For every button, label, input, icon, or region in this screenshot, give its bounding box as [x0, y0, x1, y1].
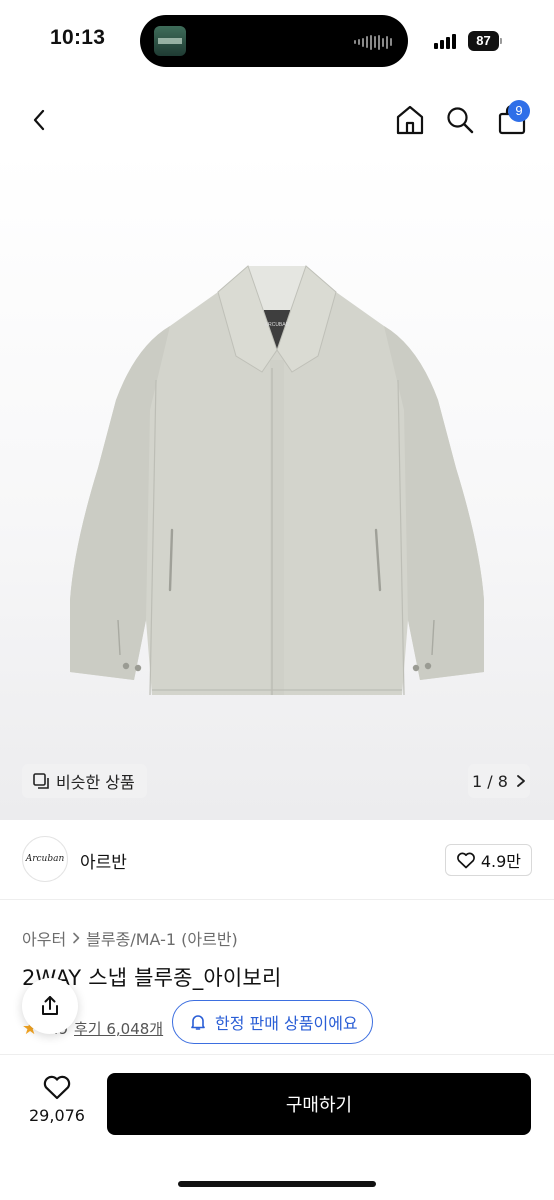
search-button[interactable] — [440, 100, 480, 140]
brand-like-button[interactable]: 4.9만 — [444, 844, 532, 876]
search-icon — [447, 107, 474, 134]
similar-items-icon — [33, 773, 49, 789]
brand-like-count: 4.9만 — [480, 852, 521, 871]
home-icon — [396, 105, 424, 135]
image-page-indicator[interactable]: 1 / 8 — [468, 764, 530, 798]
battery-level: 87 — [468, 31, 499, 51]
cart-count-badge: 9 — [508, 100, 530, 122]
breadcrumb-category[interactable]: 아우터 — [22, 926, 66, 950]
brand-row: Arcuban 아르반 4.9만 — [0, 820, 554, 900]
jacket-logo-label: ARCUBAN — [265, 322, 290, 328]
limited-sale-toast[interactable]: 한정 판매 상품이에요 — [172, 1000, 373, 1044]
wishlist-button[interactable]: 29,076 — [22, 1074, 92, 1136]
product-image[interactable]: ARCUBAN — [0, 150, 554, 820]
dynamic-island — [140, 15, 408, 67]
cellular-signal-icon — [434, 33, 456, 49]
heart-icon — [43, 1075, 71, 1100]
wishlist-count: 29,076 — [29, 1106, 85, 1125]
breadcrumb-subcategory[interactable]: 블루종/MA-1 (아르반) — [86, 926, 238, 950]
back-button[interactable] — [20, 100, 60, 140]
status-bar: 10:13 87 — [0, 0, 554, 80]
breadcrumb: 아우터 블루종/MA-1 (아르반) — [22, 926, 238, 950]
home-button[interactable] — [390, 100, 430, 140]
share-icon — [42, 996, 58, 1015]
heart-icon — [456, 852, 475, 869]
audio-wave-icon — [354, 34, 392, 50]
similar-products-button[interactable]: 비슷한 상품 — [22, 764, 147, 798]
chevron-left-icon — [33, 109, 45, 131]
brand-logo[interactable]: Arcuban — [22, 836, 68, 882]
chevron-right-icon — [517, 775, 525, 787]
limited-sale-text: 한정 판매 상품이에요 — [215, 1014, 358, 1033]
similar-products-label: 비슷한 상품 — [56, 773, 135, 792]
nav-bar — [0, 90, 554, 150]
home-indicator[interactable] — [178, 1181, 376, 1187]
share-button[interactable] — [22, 978, 78, 1034]
image-page-text: 1 / 8 — [472, 771, 508, 791]
bell-icon — [191, 1015, 205, 1030]
chevron-right-icon — [73, 932, 80, 944]
brand-name[interactable]: 아르반 — [80, 848, 127, 873]
battery-icon: 87 — [468, 31, 502, 51]
status-time: 10:13 — [50, 26, 106, 49]
jacket-illustration: ARCUBAN — [70, 265, 484, 696]
buy-button[interactable]: 구매하기 — [107, 1073, 531, 1135]
now-playing-thumbnail — [154, 26, 186, 56]
review-count-link[interactable]: 후기 6,048개 — [74, 1018, 163, 1039]
